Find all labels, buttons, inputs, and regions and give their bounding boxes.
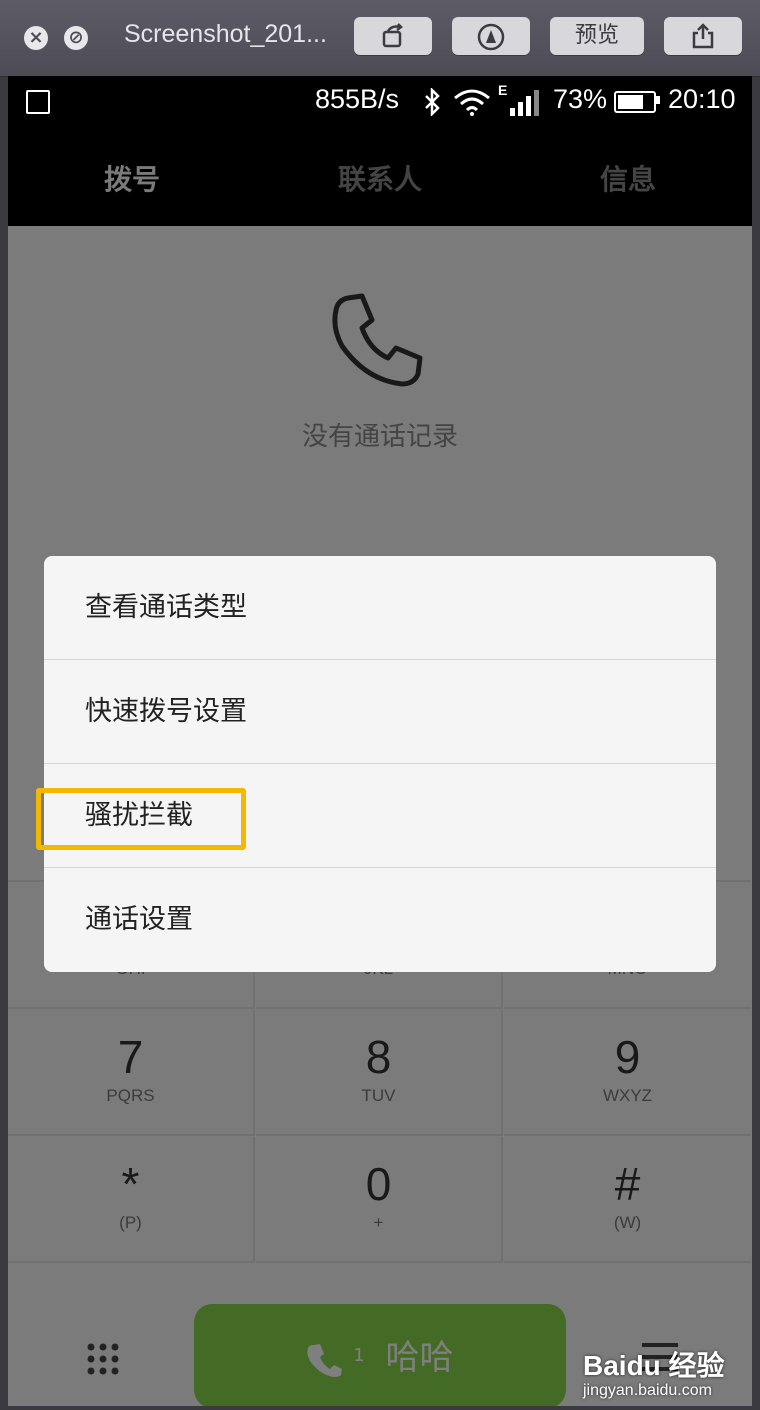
- bluetooth-icon: [425, 88, 440, 116]
- tab-messages[interactable]: 信息: [504, 158, 752, 198]
- signal-icon: [510, 90, 539, 116]
- network-speed: 855B/s: [315, 84, 400, 114]
- menu-item[interactable]: 通话设置: [44, 868, 716, 972]
- battery-icon: [614, 91, 656, 113]
- battery-percent: 73%: [553, 84, 608, 114]
- tab-contacts[interactable]: 联系人: [256, 158, 504, 198]
- status-bar: 855B/s E 73% 20:10: [8, 76, 752, 126]
- baidu-watermark: Baidu 经验 jingyan.baidu.com: [583, 1344, 725, 1400]
- phone-screen: 855B/s E 73% 20:10 拨号 联系人 信息 查看通话类型 快速拨号…: [8, 76, 752, 1406]
- markup-button[interactable]: [452, 17, 530, 55]
- watermark-url: jingyan.baidu.com: [583, 1382, 712, 1399]
- block-icon[interactable]: ⊘: [64, 26, 88, 50]
- watermark-logo: Baidu 经验: [583, 1350, 725, 1381]
- network-type: E: [498, 82, 508, 98]
- markup-icon: [477, 23, 505, 51]
- highlight-box: [36, 788, 246, 850]
- tab-dial[interactable]: 拨号: [8, 158, 256, 198]
- menu-item[interactable]: 查看通话类型: [44, 556, 716, 660]
- share-icon: [692, 23, 714, 49]
- preview-button[interactable]: 预览: [550, 17, 644, 55]
- options-menu: 查看通话类型 快速拨号设置 骚扰拦截 通话设置: [44, 556, 716, 972]
- clock: 20:10: [668, 84, 736, 114]
- share-button[interactable]: [664, 17, 742, 55]
- window-title: Screenshot_201...: [124, 20, 327, 48]
- battery-level: [618, 95, 643, 109]
- screenshot-icon: [26, 90, 50, 114]
- window-toolbar: × ⊘ Screenshot_201... 预览: [0, 0, 760, 77]
- battery-tip: [656, 96, 660, 104]
- tab-bar: 拨号 联系人 信息: [8, 126, 752, 267]
- menu-item[interactable]: 快速拨号设置: [44, 660, 716, 764]
- rotate-icon: [382, 23, 403, 48]
- close-icon[interactable]: ×: [24, 26, 48, 50]
- wifi-icon: [454, 89, 490, 116]
- rotate-button[interactable]: [354, 17, 432, 55]
